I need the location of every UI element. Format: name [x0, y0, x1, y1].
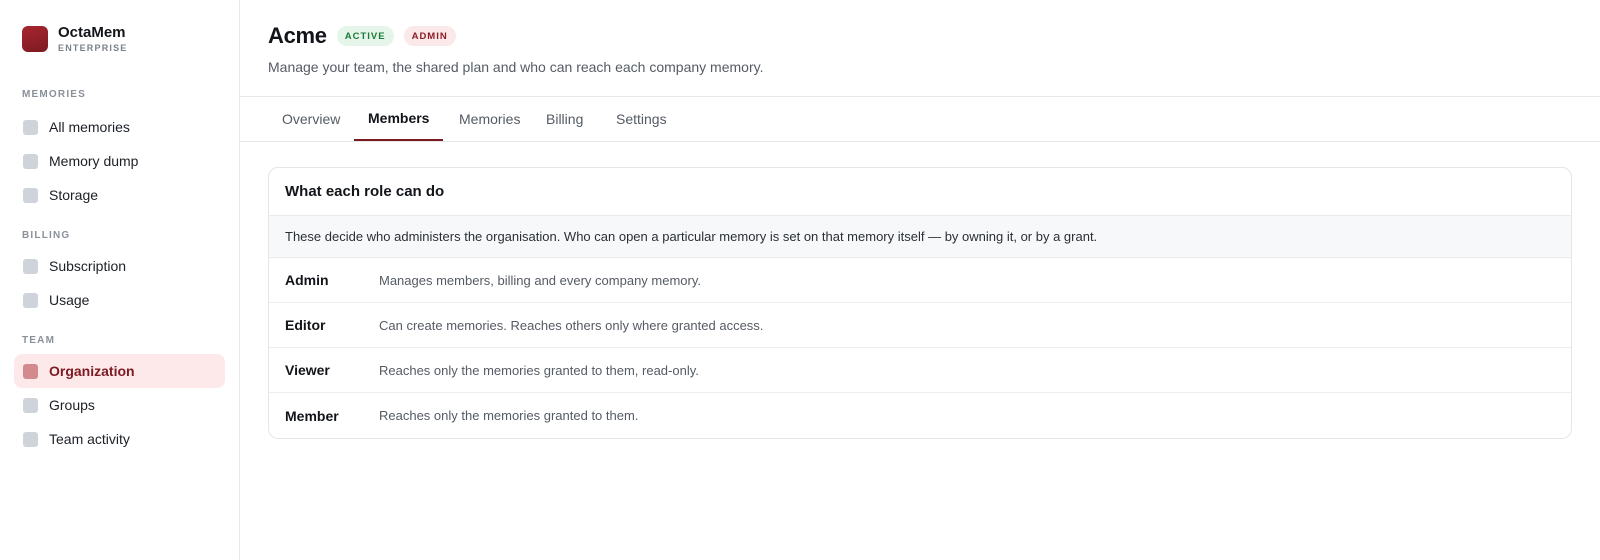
memory-dump-icon — [23, 153, 38, 169]
storage-icon — [23, 187, 38, 203]
sidebar-item-label: Team activity — [49, 431, 130, 447]
sidebar-item-label: Memory dump — [49, 153, 139, 169]
main-content: Acme ACTIVE ADMIN Manage your team, the … — [240, 0, 1600, 560]
usage-icon — [23, 292, 38, 308]
role-name: Admin — [285, 272, 329, 288]
sidebar-item-label: All memories — [49, 119, 130, 135]
status-badge-active: ACTIVE — [336, 26, 394, 46]
sidebar-item-storage[interactable]: Storage — [14, 178, 225, 212]
sidebar-item-subscription[interactable]: Subscription — [14, 249, 225, 283]
role-badge-admin: ADMIN — [403, 26, 456, 46]
page-header: Acme ACTIVE ADMIN Manage your team, the … — [240, 0, 1600, 97]
groups-icon — [23, 397, 38, 413]
sidebar-item-all-memories[interactable]: All memories — [14, 110, 225, 144]
sidebar-item-memory-dump[interactable]: Memory dump — [14, 144, 225, 178]
tab-overview[interactable]: Overview — [268, 97, 354, 141]
section-label-billing: BILLING — [22, 230, 71, 241]
sidebar-item-label: Usage — [49, 292, 90, 308]
table-row: Admin Manages members, billing and every… — [269, 258, 1571, 303]
table-row: Editor Can create memories. Reaches othe… — [269, 303, 1571, 348]
tab-memories[interactable]: Memories — [445, 97, 534, 141]
role-name: Viewer — [285, 362, 330, 378]
role-description: Can create memories. Reaches others only… — [379, 317, 764, 333]
page-title: Acme — [268, 23, 327, 48]
sidebar-item-label: Storage — [49, 187, 99, 203]
tab-settings[interactable]: Settings — [602, 97, 681, 141]
role-name: Member — [285, 407, 339, 424]
page-subtitle: Manage your team, the shared plan and wh… — [268, 59, 764, 75]
tab-members[interactable]: Members — [354, 97, 444, 141]
role-description: Reaches only the memories granted to the… — [379, 362, 699, 378]
sidebar: OctaMem ENTERPRISE MEMORIES All memories… — [0, 0, 240, 560]
section-label-memories: MEMORIES — [22, 89, 87, 100]
subscription-icon — [23, 258, 38, 274]
sidebar-item-label: Subscription — [49, 258, 127, 274]
roles-card: What each role can do These decide who a… — [268, 167, 1572, 439]
roles-card-note: These decide who administers the organis… — [269, 216, 1571, 258]
table-row: Viewer Reaches only the memories granted… — [269, 348, 1571, 393]
sidebar-item-label: Groups — [49, 397, 95, 413]
sidebar-item-label: Organization — [49, 363, 135, 379]
all-memories-icon — [23, 119, 38, 135]
sidebar-item-organization[interactable]: Organization — [14, 354, 225, 388]
title-row: Acme ACTIVE ADMIN — [268, 23, 456, 49]
brand-subtitle: ENTERPRISE — [58, 43, 128, 53]
sidebar-item-groups[interactable]: Groups — [14, 388, 225, 422]
section-label-team: TEAM — [22, 335, 56, 346]
table-row: Member Reaches only the memories granted… — [269, 393, 1571, 438]
role-description: Manages members, billing and every compa… — [379, 272, 702, 288]
tab-bar: Overview Members Memories Billing Settin… — [240, 97, 1600, 142]
sidebar-item-usage[interactable]: Usage — [14, 283, 225, 317]
organization-icon — [23, 363, 38, 379]
sidebar-item-team-activity[interactable]: Team activity — [14, 422, 225, 456]
role-description: Reaches only the memories granted to the… — [379, 408, 639, 423]
brand-name: OctaMem — [58, 24, 126, 41]
brand-logo-icon — [22, 25, 48, 52]
team-activity-icon — [23, 431, 38, 447]
role-name: Editor — [285, 317, 326, 333]
tab-billing[interactable]: Billing — [532, 97, 597, 141]
brand-text: OctaMem ENTERPRISE — [58, 24, 128, 53]
roles-card-title: What each role can do — [269, 168, 1571, 216]
brand[interactable]: OctaMem ENTERPRISE — [22, 24, 128, 53]
